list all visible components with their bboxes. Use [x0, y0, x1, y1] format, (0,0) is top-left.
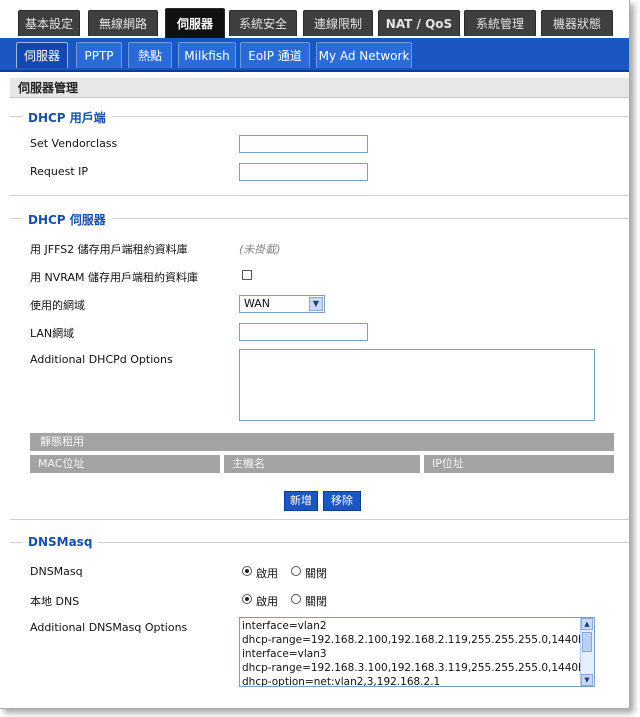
dnsmasq-enable-label: 啟用 — [256, 567, 278, 580]
jffs2-label: 用 JFFS2 儲存用戶端租約資料庫 — [30, 243, 188, 256]
local-dns-disable-radio[interactable] — [291, 594, 301, 604]
dnsmasq-options-text: interface=vlan2 dhcp-range=192.168.2.100… — [242, 619, 585, 687]
scroll-up-icon[interactable]: ▲ — [581, 618, 593, 630]
dnsmasq-label: DNSMasq — [30, 565, 83, 578]
dnsmasq-scrollbar[interactable]: ▲ ▼ — [580, 618, 594, 686]
dhcpd-options-label: Additional DHCPd Options — [30, 353, 173, 366]
request-ip-label: Request IP — [30, 165, 89, 178]
dhcp-server-section: DHCP 伺服器 用 JFFS2 儲存用戶端租約資料庫 (未掛載) 用 NVRA… — [10, 211, 629, 520]
vendorclass-label: Set Vendorclass — [30, 137, 118, 150]
domain-select-value: WAN — [244, 297, 271, 310]
dnsmasq-legend: DNSMasq — [22, 535, 99, 549]
nvram-label: 用 NVRAM 儲存用戶端租約資料庫 — [30, 271, 198, 284]
local-dns-label: 本地 DNS — [30, 595, 80, 608]
chevron-down-icon: ▼ — [309, 297, 323, 311]
dnsmasq-disable-label: 關閉 — [305, 567, 327, 580]
subtab-hotspot[interactable]: 熱點 — [128, 42, 172, 68]
add-button[interactable]: 新增 — [284, 491, 318, 511]
dnsmasq-option-line: dhcp-range=192.168.3.100,192.168.3.119,2… — [242, 662, 585, 674]
dhcp-client-section: DHCP 用戶端 Set Vendorclass Request IP — [10, 109, 629, 196]
dhcp-client-legend: DHCP 用戶端 — [22, 109, 112, 126]
subtab-milkfish[interactable]: Milkfish — [178, 42, 236, 68]
subtab-pptp[interactable]: PPTP — [76, 42, 122, 68]
scroll-thumb[interactable] — [582, 632, 592, 652]
static-leases-header: 靜態租用 — [30, 433, 614, 451]
lan-domain-input[interactable] — [239, 323, 368, 341]
domain-label: 使用的網域 — [30, 299, 85, 312]
tab-nat-qos[interactable]: NAT / QoS — [378, 10, 460, 36]
main-tab-bar: 基本設定 無線網路 伺服器 系統安全 連線限制 NAT / QoS 系統管理 機… — [0, 0, 629, 38]
dhcpd-options-textarea[interactable] — [239, 349, 595, 421]
tab-administration[interactable]: 系統管理 — [464, 10, 536, 36]
remove-button[interactable]: 移除 — [323, 491, 361, 511]
dnsmasq-options-textarea[interactable]: interface=vlan2 dhcp-range=192.168.2.100… — [239, 617, 595, 687]
router-admin-window: 基本設定 無線網路 伺服器 系統安全 連線限制 NAT / QoS 系統管理 機… — [0, 0, 630, 709]
local-dns-enable-radio[interactable] — [242, 594, 252, 604]
nvram-checkbox[interactable] — [242, 270, 252, 280]
local-dns-enable-label: 啟用 — [256, 595, 278, 608]
dnsmasq-option-line: interface=vlan2 — [242, 620, 327, 632]
jffs2-status: (未掛載) — [239, 243, 281, 256]
dnsmasq-option-line: dhcp-range=192.168.2.100,192.168.2.119,2… — [242, 634, 585, 646]
tab-status[interactable]: 機器狀態 — [541, 10, 613, 36]
domain-select[interactable]: WAN ▼ — [239, 295, 325, 313]
scroll-down-icon[interactable]: ▼ — [581, 674, 593, 686]
dhcp-server-legend: DHCP 伺服器 — [22, 211, 112, 228]
column-ip: IP位址 — [424, 455, 614, 473]
lan-domain-label: LAN網域 — [30, 327, 75, 340]
request-ip-input[interactable] — [239, 163, 368, 181]
dnsmasq-option-line: dhcp-option=net:vlan2,3,192.168.2.1 — [242, 676, 441, 687]
sub-tab-bar: 伺服器 PPTP 熱點 Milkfish EoIP 通道 My Ad Netwo… — [0, 38, 629, 72]
dnsmasq-disable-radio[interactable] — [291, 566, 301, 576]
dnsmasq-options-label: Additional DNSMasq Options — [30, 621, 188, 634]
tab-wireless[interactable]: 無線網路 — [88, 10, 158, 36]
dnsmasq-option-line: interface=vlan3 — [242, 648, 327, 660]
subtab-eoip-tunnel[interactable]: EoIP 通道 — [240, 42, 310, 68]
dnsmasq-enable-radio[interactable] — [242, 566, 252, 576]
column-mac: MAC位址 — [30, 455, 220, 473]
dnsmasq-section: DNSMasq DNSMasq 啟用 關閉 本地 DNS 啟用 關閉 Addit… — [10, 535, 629, 708]
vendorclass-input[interactable] — [239, 135, 368, 153]
column-hostname: 主機名 — [224, 455, 420, 473]
local-dns-disable-label: 關閉 — [305, 595, 327, 608]
page-title: 伺服器管理 — [10, 78, 629, 98]
subtab-my-ad-network[interactable]: My Ad Network — [316, 42, 412, 68]
subtab-services[interactable]: 伺服器 — [16, 42, 68, 68]
tab-access-restrictions[interactable]: 連線限制 — [303, 10, 373, 36]
tab-security[interactable]: 系統安全 — [229, 10, 297, 36]
tab-basic-setup[interactable]: 基本設定 — [18, 10, 80, 36]
tab-services[interactable]: 伺服器 — [165, 8, 225, 38]
static-leases-columns: MAC位址 主機名 IP位址 — [30, 455, 614, 473]
content-area: 伺服器管理 DHCP 用戶端 Set Vendorclass Request I… — [10, 78, 629, 708]
